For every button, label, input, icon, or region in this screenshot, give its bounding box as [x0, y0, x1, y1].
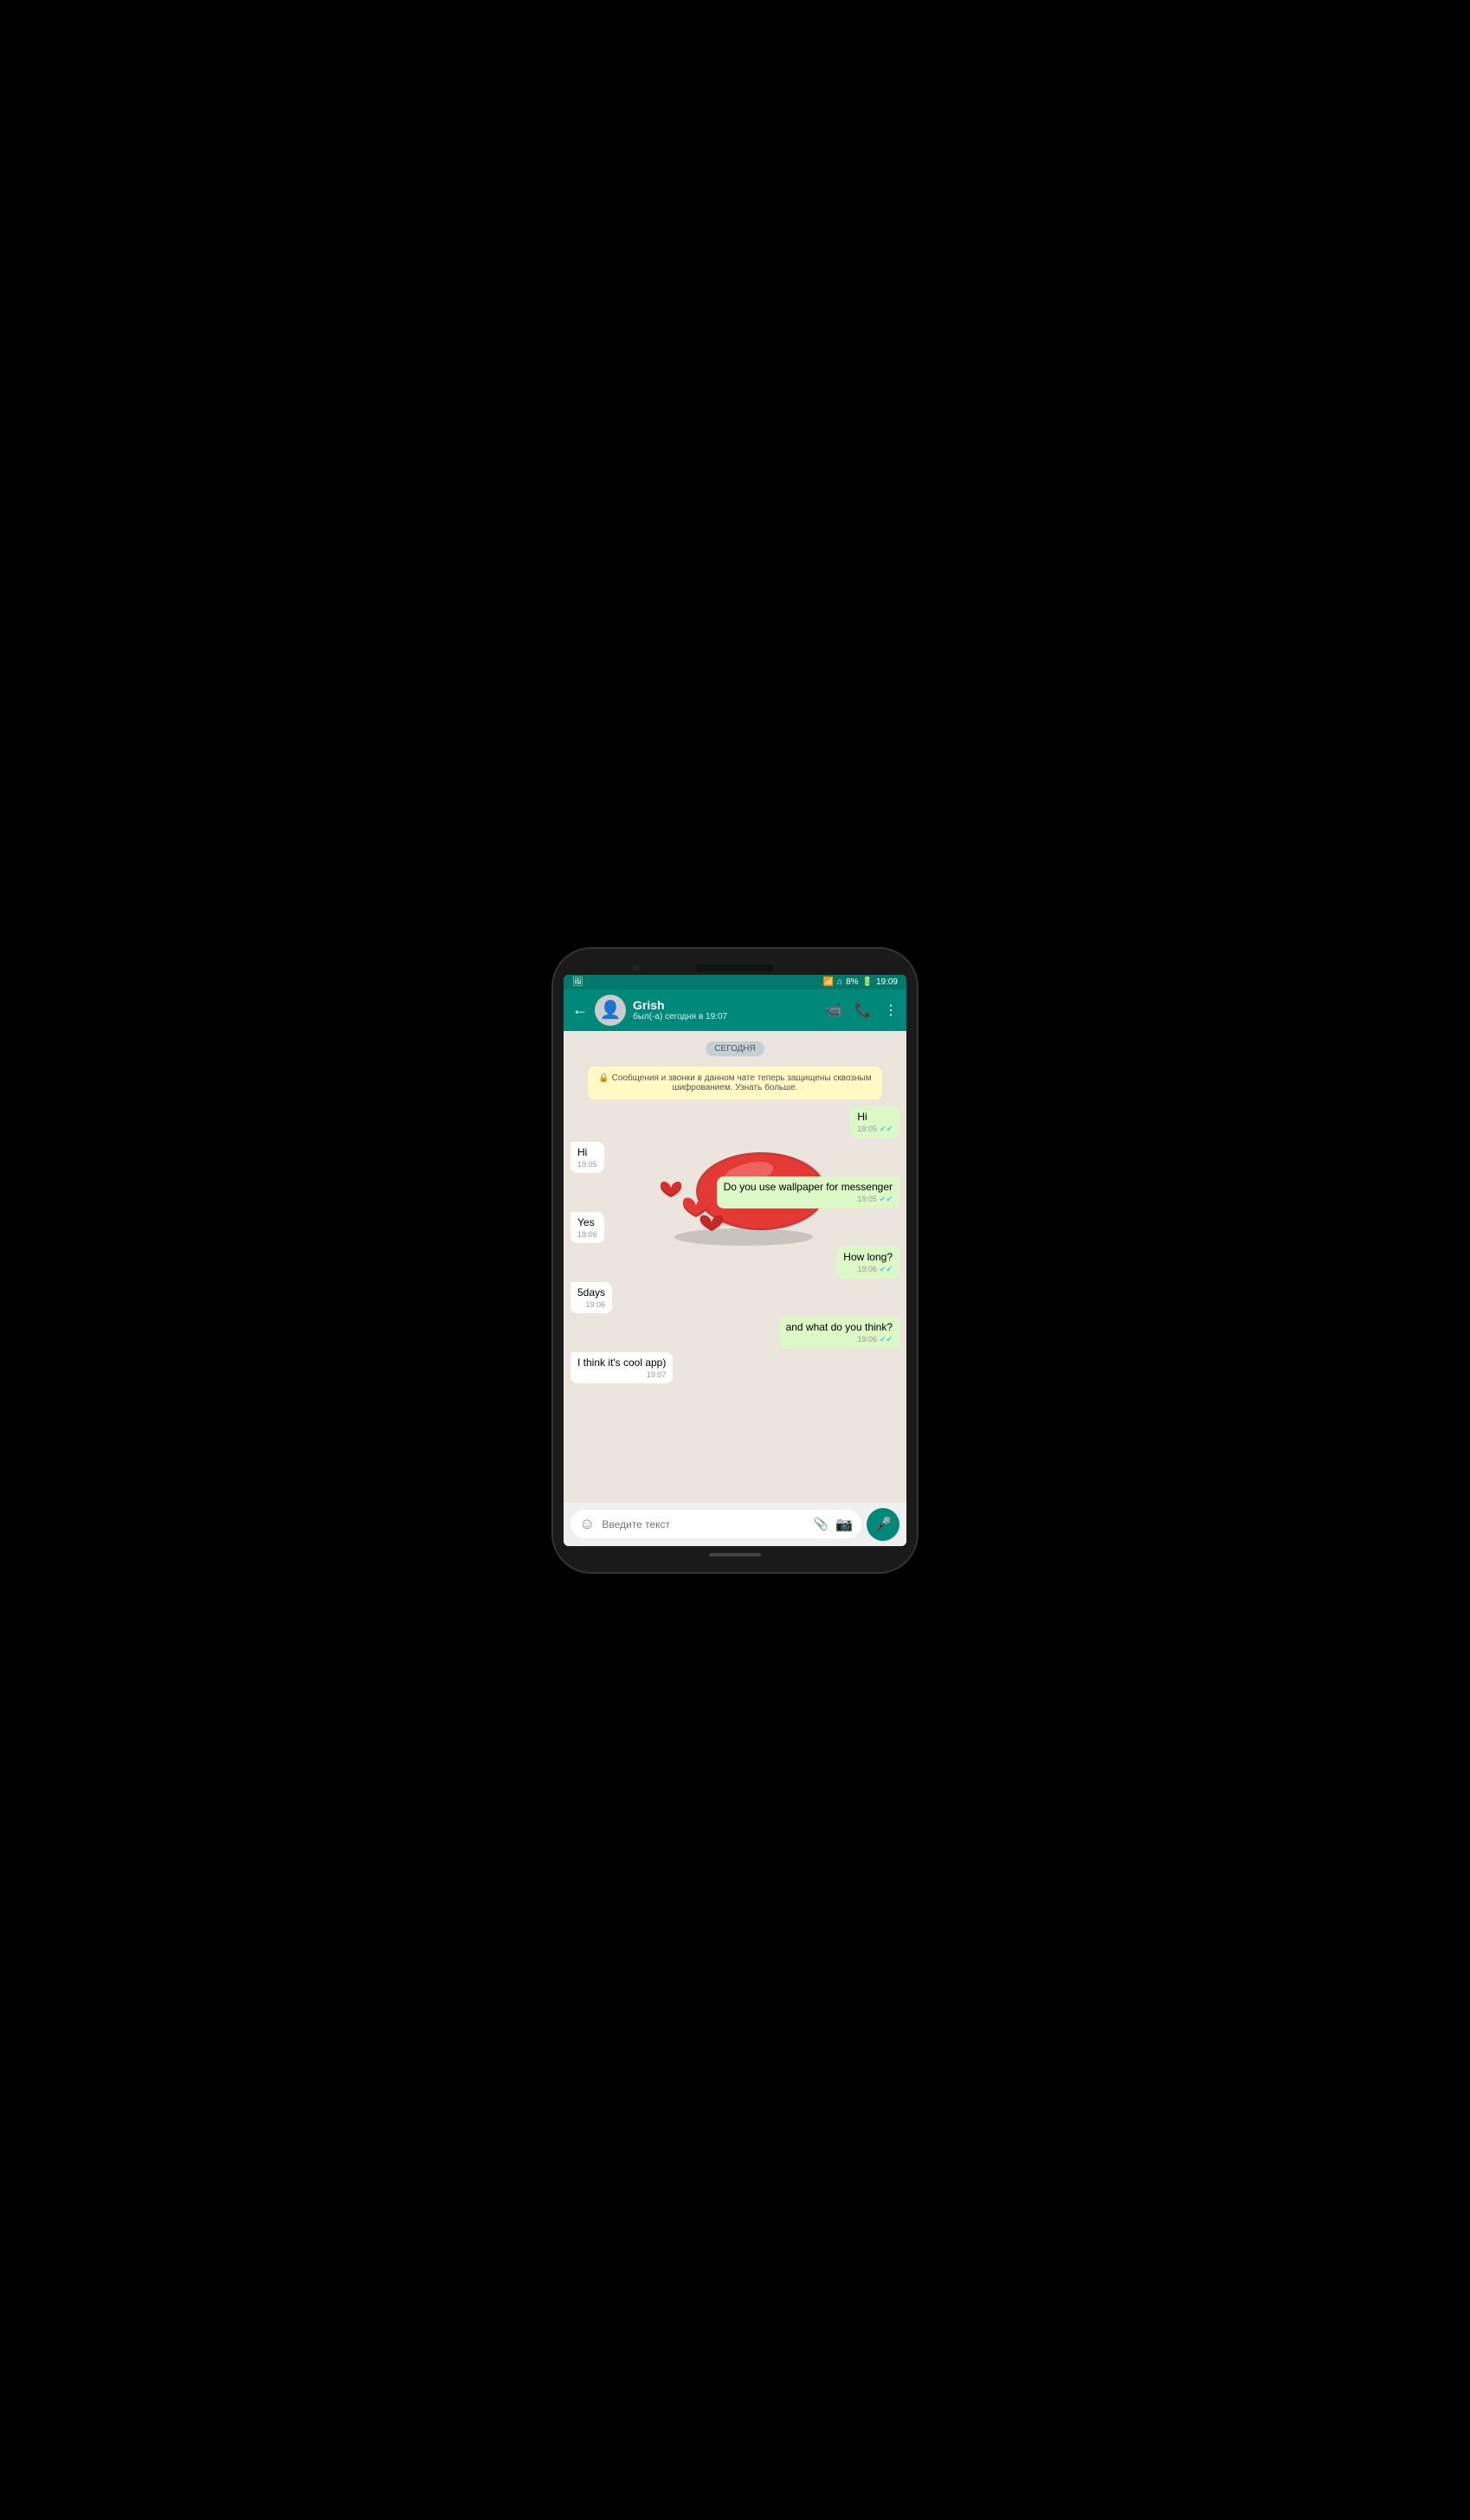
call-button[interactable]: 📞: [854, 1002, 872, 1019]
bubble-meta: 19:05 ✔✔: [724, 1195, 893, 1204]
message-time: 19:07: [647, 1370, 667, 1379]
message-time: 19:06: [577, 1230, 597, 1239]
phone-frame: 🖼 📶 ⌂ 8% 🔋 19:09 ← 👤 Grish был(-а) сегод…: [553, 949, 917, 1572]
speaker: [696, 964, 774, 971]
phone-top: [564, 959, 906, 975]
contact-status: был(-а) сегодня в 19:07: [633, 1012, 818, 1022]
bubble-meta: 19:06: [577, 1230, 597, 1239]
message-row: Do you use wallpaper for messenger 19:05…: [571, 1176, 899, 1208]
bubble-received: Hi 19:05: [571, 1142, 604, 1173]
date-badge: СЕГОДНЯ: [706, 1041, 764, 1056]
message-row: Hi 19:05: [571, 1142, 899, 1173]
bubble-meta: 19:06: [577, 1300, 605, 1309]
contact-info: Grish был(-а) сегодня в 19:07: [633, 998, 818, 1022]
message-time: 19:05: [857, 1195, 877, 1203]
message-text: How long?: [843, 1251, 893, 1263]
bubble-meta: 19:05: [577, 1160, 597, 1169]
message-text: 5days: [577, 1286, 605, 1299]
message-row: How long? 19:06 ✔✔: [571, 1247, 899, 1279]
message-time: 19:06: [857, 1265, 877, 1273]
message-row: Hi 19:05 ✔✔: [571, 1106, 899, 1138]
phone-bottom: [564, 1546, 906, 1562]
bubble-meta: 19:06 ✔✔: [843, 1265, 893, 1274]
time-display: 19:09: [876, 977, 898, 987]
message-row: and what do you think? 19:06 ✔✔: [571, 1317, 899, 1349]
message-time: 19:05: [577, 1160, 597, 1169]
read-receipts: ✔✔: [880, 1335, 893, 1344]
phone-screen: 🖼 📶 ⌂ 8% 🔋 19:09 ← 👤 Grish был(-а) сегод…: [564, 975, 906, 1546]
contact-name: Grish: [633, 998, 818, 1012]
chat-header: ← 👤 Grish был(-а) сегодня в 19:07 📹 📞 ⋮: [564, 989, 906, 1031]
bubble-received: I think it's cool app) 19:07: [571, 1352, 673, 1383]
header-actions: 📹 📞 ⋮: [825, 1002, 898, 1019]
wifi-icon: 📶: [823, 977, 834, 987]
read-receipts: ✔✔: [880, 1265, 893, 1274]
encryption-notice: 🔒 Сообщения и звонки в данном чате тепер…: [588, 1067, 882, 1099]
bubble-meta: 19:07: [577, 1370, 666, 1379]
message-text: Yes: [577, 1216, 595, 1228]
avatar-icon: 👤: [600, 999, 622, 1021]
message-row: Yes 19:06: [571, 1212, 899, 1243]
bubble-sent: and what do you think? 19:06 ✔✔: [779, 1317, 899, 1349]
bubble-received: Yes 19:06: [571, 1212, 604, 1243]
bubble-sent: Hi 19:05 ✔✔: [850, 1106, 899, 1138]
bubble-received: 5days 19:06: [571, 1282, 612, 1313]
message-text: Do you use wallpaper for messenger: [724, 1181, 893, 1193]
battery-icon: 🔋: [862, 977, 873, 987]
chat-area: СЕГОДНЯ 🔒 Сообщения и звонки в данном ча…: [564, 1031, 906, 1503]
message-text: and what do you think?: [786, 1321, 893, 1333]
front-camera: [633, 964, 640, 971]
signal-icon: ⌂: [837, 977, 842, 987]
input-area: ☺ 📎 📷 🎤: [564, 1503, 906, 1546]
status-left-icon: 🖼: [572, 977, 583, 987]
battery-level: 8%: [846, 977, 858, 987]
status-icons: 📶 ⌂ 8% 🔋 19:09: [823, 977, 898, 987]
bubble-sent: Do you use wallpaper for messenger 19:05…: [717, 1176, 899, 1208]
status-bar: 🖼 📶 ⌂ 8% 🔋 19:09: [564, 975, 906, 989]
message-text: Hi: [577, 1146, 587, 1158]
video-call-button[interactable]: 📹: [825, 1002, 842, 1019]
message-row: 5days 19:06: [571, 1282, 899, 1313]
camera-button[interactable]: 📷: [835, 1516, 853, 1533]
message-time: 19:06: [857, 1335, 877, 1344]
message-row: I think it's cool app) 19:07: [571, 1352, 899, 1383]
message-time: 19:05: [857, 1125, 877, 1133]
bubble-meta: 19:05 ✔✔: [857, 1125, 893, 1134]
bubble-meta: 19:06 ✔✔: [786, 1335, 893, 1344]
message-text: I think it's cool app): [577, 1357, 666, 1369]
read-receipts: ✔✔: [880, 1195, 893, 1204]
attach-button[interactable]: 📎: [814, 1517, 828, 1531]
input-box: ☺ 📎 📷: [571, 1510, 861, 1538]
message-time: 19:06: [586, 1300, 606, 1309]
menu-button[interactable]: ⋮: [884, 1002, 898, 1019]
mic-icon: 🎤: [874, 1516, 892, 1533]
read-receipts: ✔✔: [880, 1125, 893, 1134]
avatar[interactable]: 👤: [595, 995, 626, 1026]
message-text: Hi: [857, 1111, 867, 1123]
message-input[interactable]: [602, 1518, 806, 1531]
back-button[interactable]: ←: [572, 1001, 588, 1019]
mic-button[interactable]: 🎤: [867, 1508, 899, 1541]
emoji-button[interactable]: ☺: [579, 1515, 595, 1533]
bubble-sent: How long? 19:06 ✔✔: [836, 1247, 899, 1279]
home-bar: [709, 1553, 761, 1556]
